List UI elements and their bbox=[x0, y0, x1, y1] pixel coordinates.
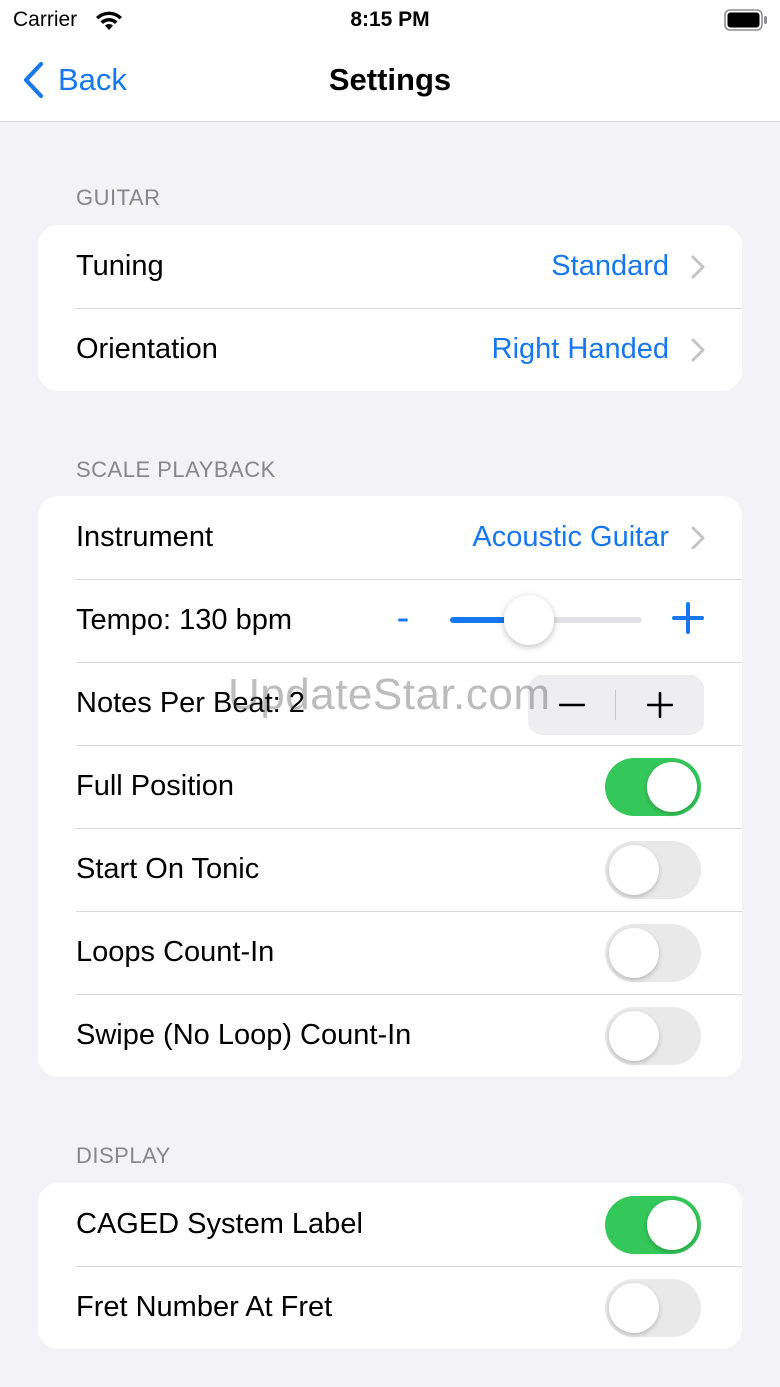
fret-number-row: Fret Number At Fret bbox=[38, 1266, 742, 1349]
tempo-decrease-button[interactable]: - bbox=[388, 596, 418, 640]
loops-count-in-row: Loops Count-In bbox=[38, 911, 742, 994]
orientation-value: Right Handed bbox=[491, 333, 669, 365]
section-header-scale-playback: SCALE PLAYBACK bbox=[76, 457, 276, 482]
orientation-row[interactable]: Orientation Right Handed bbox=[38, 308, 742, 391]
tempo-label: Tempo: 130 bpm bbox=[76, 604, 293, 636]
tuning-row[interactable]: Tuning Standard bbox=[38, 225, 742, 308]
toggle-knob bbox=[647, 762, 697, 812]
fret-number-toggle[interactable] bbox=[605, 1279, 701, 1337]
loops-count-in-label: Loops Count-In bbox=[76, 936, 275, 968]
navigation-bar: Back Settings bbox=[0, 40, 780, 122]
swipe-count-in-toggle[interactable] bbox=[605, 1007, 701, 1065]
notes-per-beat-stepper bbox=[528, 675, 704, 735]
full-position-toggle[interactable] bbox=[605, 758, 701, 816]
toggle-knob bbox=[609, 845, 659, 895]
tempo-slider[interactable] bbox=[450, 595, 642, 645]
tuning-value: Standard bbox=[551, 250, 669, 282]
caged-label-row: CAGED System Label bbox=[38, 1183, 742, 1266]
caged-label-label: CAGED System Label bbox=[76, 1208, 363, 1240]
stepper-divider bbox=[615, 690, 616, 720]
start-on-tonic-label: Start On Tonic bbox=[76, 853, 260, 885]
swipe-count-in-row: Swipe (No Loop) Count-In bbox=[38, 994, 742, 1077]
watermark: UpdateStar.com bbox=[228, 670, 551, 719]
guitar-group: Tuning Standard Orientation Right Handed bbox=[38, 225, 742, 391]
stepper-increase-button[interactable] bbox=[616, 675, 704, 735]
start-on-tonic-toggle[interactable] bbox=[605, 841, 701, 899]
instrument-label: Instrument bbox=[76, 521, 213, 553]
page-title: Settings bbox=[328, 62, 452, 97]
loops-count-in-toggle[interactable] bbox=[605, 924, 701, 982]
section-header-guitar: GUITAR bbox=[76, 185, 161, 210]
swipe-count-in-label: Swipe (No Loop) Count-In bbox=[76, 1019, 412, 1051]
status-time: 8:15 PM bbox=[350, 8, 430, 31]
chevron-right-icon bbox=[691, 526, 705, 550]
start-on-tonic-row: Start On Tonic bbox=[38, 828, 742, 911]
chevron-right-icon bbox=[691, 255, 705, 279]
toggle-knob bbox=[609, 1011, 659, 1061]
tempo-slider-thumb[interactable] bbox=[503, 595, 554, 645]
full-position-label: Full Position bbox=[76, 770, 234, 802]
chevron-right-icon bbox=[691, 338, 705, 362]
section-header-display: DISPLAY bbox=[76, 1143, 171, 1168]
instrument-value: Acoustic Guitar bbox=[472, 521, 669, 553]
caged-label-toggle[interactable] bbox=[605, 1196, 701, 1254]
fret-number-label: Fret Number At Fret bbox=[76, 1291, 333, 1323]
tuning-label: Tuning bbox=[76, 250, 164, 282]
battery-icon bbox=[724, 9, 767, 31]
tempo-row: Tempo: 130 bpm - bbox=[38, 579, 742, 662]
toggle-knob bbox=[609, 928, 659, 978]
minus-icon bbox=[559, 703, 585, 707]
status-bar: Carrier 8:15 PM bbox=[0, 0, 780, 40]
instrument-row[interactable]: Instrument Acoustic Guitar bbox=[38, 496, 742, 579]
toggle-knob bbox=[647, 1200, 697, 1250]
tempo-increase-button[interactable] bbox=[668, 596, 708, 640]
plus-icon bbox=[647, 692, 673, 718]
toggle-knob bbox=[609, 1283, 659, 1333]
display-group: CAGED System Label Fret Number At Fret bbox=[38, 1183, 742, 1349]
full-position-row: Full Position bbox=[38, 745, 742, 828]
orientation-label: Orientation bbox=[76, 333, 218, 365]
scale-playback-group: Instrument Acoustic Guitar Tempo: 130 bp… bbox=[38, 496, 742, 1077]
